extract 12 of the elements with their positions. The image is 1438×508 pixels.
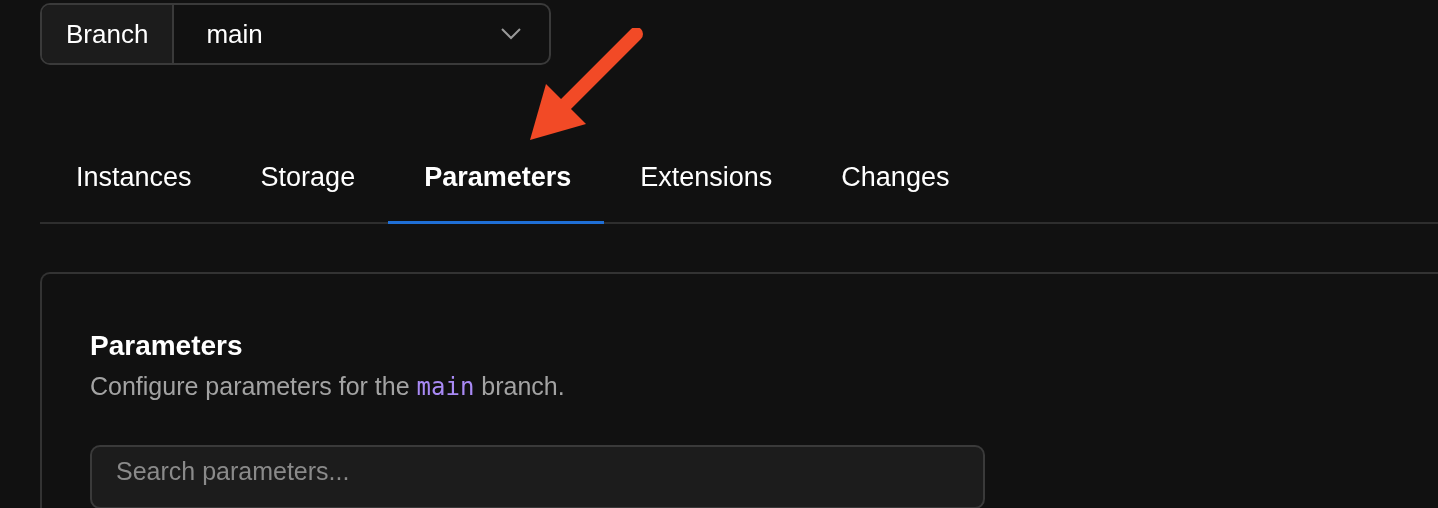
branch-label: Branch: [42, 5, 175, 63]
branch-selector[interactable]: Branch main: [40, 3, 551, 65]
tab[interactable]: Storage: [224, 152, 389, 224]
tab[interactable]: Parameters: [388, 152, 605, 224]
tab[interactable]: Changes: [805, 152, 983, 224]
tab[interactable]: Instances: [40, 152, 225, 224]
chevron-down-icon: [501, 28, 521, 40]
branch-value: main: [205, 18, 264, 50]
card-title: Parameters: [90, 330, 244, 362]
search-field[interactable]: Search parameters...: [90, 445, 985, 508]
card-description: Configure parameters for the main branch.: [90, 372, 566, 401]
tab[interactable]: Extensions: [604, 152, 806, 224]
